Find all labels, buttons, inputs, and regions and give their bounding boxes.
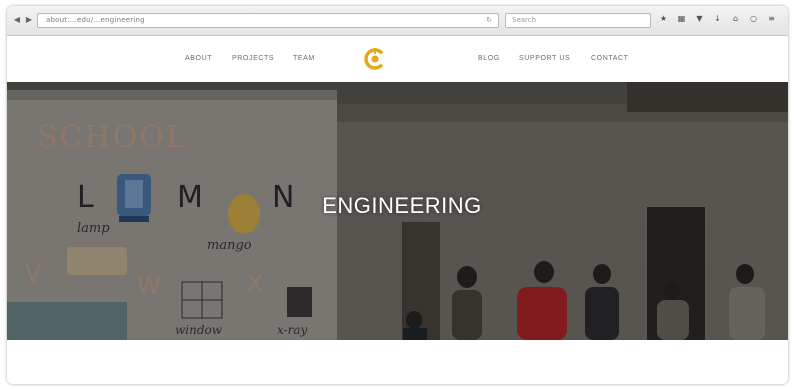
menu-icon[interactable]: ≡	[767, 14, 776, 24]
content-area	[7, 340, 788, 384]
search-input[interactable]: Search	[505, 13, 651, 28]
search-placeholder: Search	[512, 16, 537, 24]
pocket-icon[interactable]: ▼	[695, 14, 704, 24]
address-bar[interactable]: about:...edu/...engineering ↻	[37, 13, 499, 28]
nav-link-support-us[interactable]: SUPPORT US	[519, 55, 570, 62]
hero-banner: SCHOOL L M N lamp mango V W X window x-r…	[7, 82, 788, 340]
browser-window: ◀ ▶ about:...edu/...engineering ↻ Search…	[7, 6, 788, 384]
site-header: ABOUT PROJECTS TEAM BLOG SUPPORT US CONT…	[7, 37, 788, 82]
bookmarks-icon[interactable]: ▦	[677, 14, 686, 24]
url-text: about:...edu/...engineering	[46, 16, 145, 24]
back-icon[interactable]: ◀	[12, 15, 22, 25]
download-icon[interactable]: ↓	[713, 14, 722, 24]
hero-title: ENGINEERING	[322, 193, 482, 218]
home-icon[interactable]: ⌂	[731, 14, 740, 24]
nav-link-blog[interactable]: BLOG	[478, 55, 500, 62]
nav-link-about[interactable]: ABOUT	[185, 55, 212, 62]
forward-icon[interactable]: ▶	[24, 15, 34, 25]
nav-link-team[interactable]: TEAM	[293, 55, 315, 62]
chat-icon[interactable]: ○	[749, 14, 758, 24]
browser-toolbar: ◀ ▶ about:...edu/...engineering ↻ Search…	[7, 6, 788, 36]
star-icon[interactable]: ★	[659, 14, 668, 24]
reload-icon[interactable]: ↻	[486, 16, 492, 24]
nav-link-projects[interactable]: PROJECTS	[232, 55, 274, 62]
nav-link-contact[interactable]: CONTACT	[591, 55, 629, 62]
logo-icon[interactable]	[363, 47, 387, 71]
